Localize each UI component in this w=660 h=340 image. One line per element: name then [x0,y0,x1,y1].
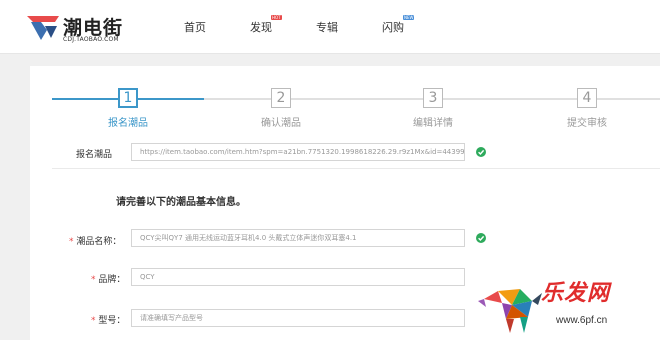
nav-item-flash-sale[interactable]: 闪购 [382,19,404,35]
top-header: 潮电街 CDJ.TAOBAO.COM 首页 发现 HOT 专辑 闪购 NEW [0,0,660,54]
main-nav: 首页 发现 HOT 专辑 闪购 NEW [0,0,660,54]
step-2-label: 确认潮品 [261,118,301,129]
required-mark: * [91,316,96,326]
item-url-input[interactable]: https://item.taobao.com/item.htm?spm=a21… [131,143,465,161]
hot-badge: HOT [271,15,282,20]
section-divider [52,168,660,169]
step-4-label: 提交审核 [567,118,607,129]
name-valid-check-icon [476,233,486,243]
product-name-label: * 潮品名称： [69,237,122,247]
required-mark: * [91,275,96,285]
step-4-box: 4 [577,88,597,108]
brand-input[interactable]: QCY [131,268,465,286]
watermark-text: 乐发网 [541,280,611,306]
section-title: 请完善以下的潮品基本信息。 [116,197,246,208]
url-label: 报名潮品 [76,150,113,160]
bull-logo-icon [478,289,542,333]
nav-item-albums[interactable]: 专辑 [316,19,338,35]
brand-label: * 品牌： [91,275,126,285]
nav-item-home[interactable]: 首页 [184,19,206,35]
required-mark: * [69,237,74,247]
model-input[interactable]: 请准确填写产品型号 [131,309,465,327]
step-3-label: 编辑详情 [413,118,453,129]
step-3-box: 3 [423,88,443,108]
new-badge: NEW [403,15,415,20]
watermark-url: www.6pf.cn [556,315,608,326]
watermark: 乐发网 www.6pf.cn [476,275,660,340]
nav-item-discover[interactable]: 发现 [250,19,272,35]
url-valid-check-icon [476,147,486,157]
step-2-box: 2 [271,88,291,108]
model-label: * 型号： [91,316,126,326]
step-1-label: 报名潮品 [108,118,148,129]
step-1-box: 1 [118,88,138,108]
product-name-input[interactable]: QCY尖叫QY7 通用无线运动蓝牙耳机4.0 头戴式立体声迷你双耳塞4.1 [131,229,465,247]
